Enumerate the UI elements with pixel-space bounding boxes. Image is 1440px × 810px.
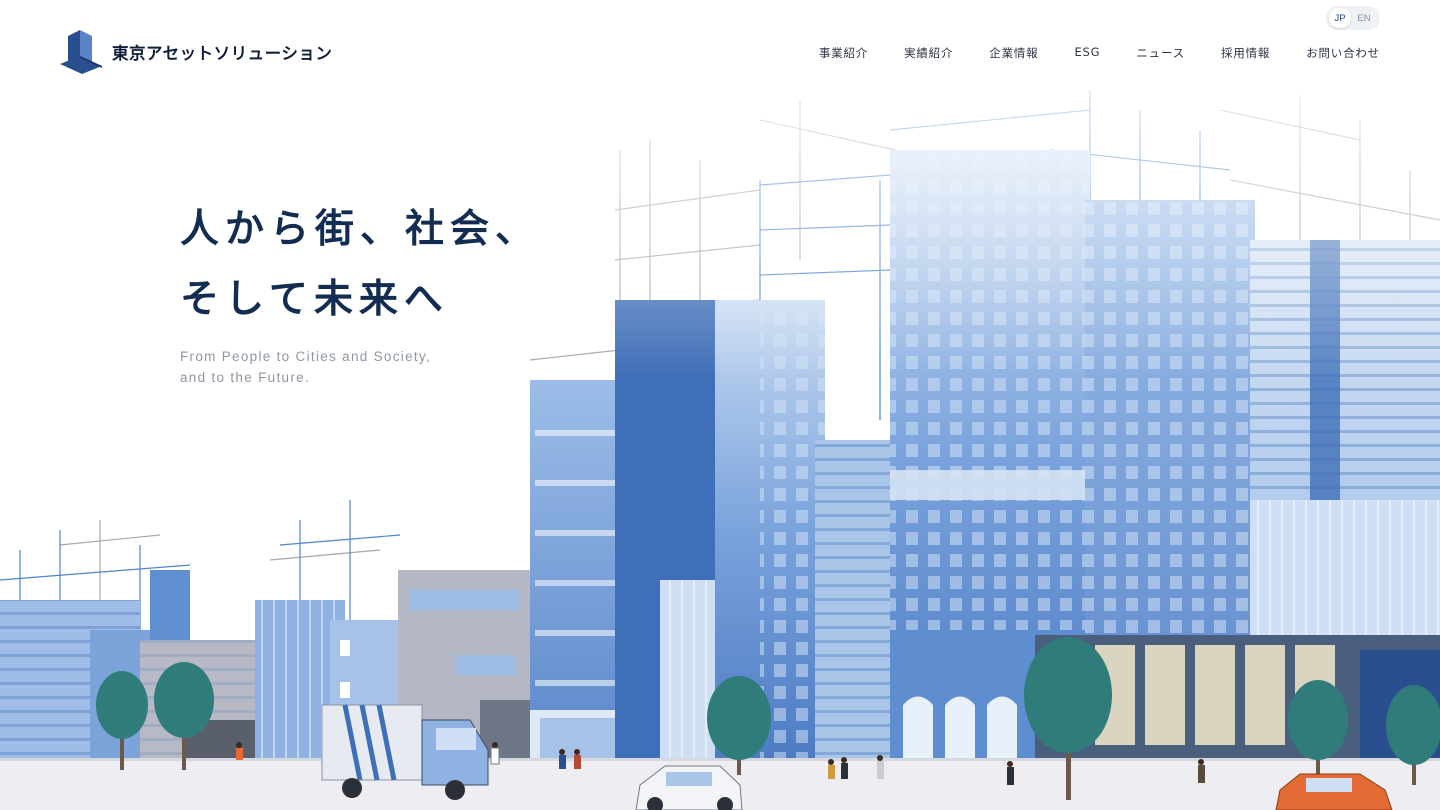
logo-mark-icon: [60, 30, 102, 74]
hero-subcopy-line1: From People to Cities and Society,: [180, 349, 432, 364]
hero-subcopy: From People to Cities and Society, and t…: [180, 346, 540, 388]
nav-news[interactable]: ニュース: [1136, 45, 1185, 61]
hero-subcopy-line2: and to the Future.: [180, 370, 310, 385]
global-nav: 事業紹介 実績紹介 企業情報 ESG ニュース 採用情報 お問い合わせ: [819, 45, 1380, 61]
hero-copy: 人から街、社会、 そして未来へ From People to Cities an…: [180, 210, 540, 388]
nav-recruit[interactable]: 採用情報: [1221, 45, 1270, 61]
nav-contact[interactable]: お問い合わせ: [1306, 45, 1380, 61]
site-header: 東京アセットソリューション JP EN 事業紹介 実績紹介 企業情報 ESG ニ…: [0, 0, 1440, 90]
logo-text: 東京アセットソリューション: [112, 44, 333, 63]
language-switch[interactable]: JP EN: [1326, 6, 1380, 30]
nav-esg[interactable]: ESG: [1074, 45, 1100, 61]
lang-en-button[interactable]: EN: [1353, 8, 1375, 28]
lang-jp-button[interactable]: JP: [1329, 8, 1351, 28]
nav-works[interactable]: 実績紹介: [904, 45, 953, 61]
hero-headline-line1: 人から街、社会、: [180, 207, 541, 252]
site-logo[interactable]: 東京アセットソリューション: [60, 30, 332, 74]
nav-business[interactable]: 事業紹介: [819, 45, 868, 61]
nav-company[interactable]: 企業情報: [989, 45, 1038, 61]
hero-headline-line2: そして未来へ: [180, 277, 449, 322]
city-illustration: [0, 0, 1440, 810]
